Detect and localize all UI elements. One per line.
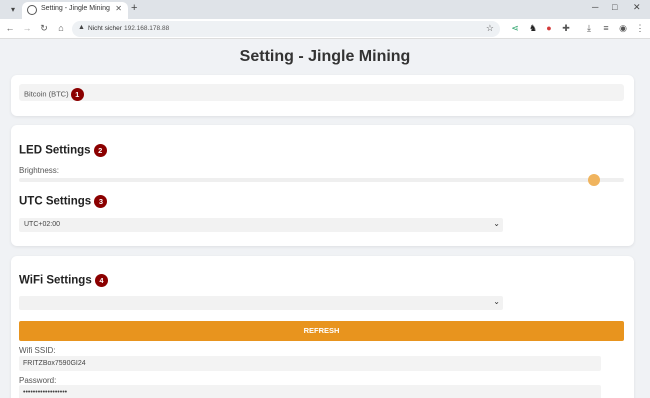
maximize-icon[interactable]: □ (612, 2, 617, 12)
coin-display: Bitcoin (BTC) 1 (19, 84, 624, 101)
chevron-down-icon: ⌄ (493, 219, 500, 228)
wifi-card: WiFi Settings 4 ⌄ REFRESH Wifi SSID: FRI… (11, 256, 634, 398)
coin-value: Bitcoin (BTC) 1 (24, 88, 84, 101)
browser-toolbar: ← → ↻ ⌂ ▲ Nicht sicher 192.168.178.88 ☆ … (0, 19, 650, 39)
tab-close-icon[interactable]: ✕ (115, 4, 122, 13)
led-utc-card: LED Settings 2 Brightness: UTC Settings … (11, 125, 634, 246)
minimize-icon[interactable]: ─ (592, 2, 598, 12)
coin-label: Bitcoin (BTC) (24, 89, 69, 99)
utc-settings-title: UTC Settings (19, 195, 92, 208)
refresh-button[interactable]: REFRESH (19, 321, 624, 341)
download-icon[interactable]: ⤓ (583, 23, 595, 34)
browser-tab[interactable]: Setting - Jingle Mining ✕ (22, 2, 128, 19)
password-input[interactable]: •••••••••••••••••• (19, 385, 601, 398)
url-text[interactable]: 192.168.178.88 (124, 25, 169, 32)
warning-icon[interactable]: ▲ (78, 24, 85, 31)
puzzle-icon[interactable]: ✚ (560, 23, 572, 34)
tab-search-icon[interactable]: ▾ (7, 4, 19, 16)
tab-strip: ▾ Setting - Jingle Mining ✕ + ─ □ ✕ (0, 0, 650, 19)
back-icon[interactable]: ← (4, 23, 16, 33)
share-icon[interactable]: ⋖ (509, 23, 521, 34)
forward-icon[interactable]: → (21, 23, 33, 33)
extension-icon[interactable]: ♞ (527, 23, 539, 34)
chevron-down-icon: ⌄ (493, 297, 500, 306)
step-badge-3: 3 (94, 195, 108, 208)
step-badge-4: 4 (94, 274, 108, 287)
tab-title: Setting - Jingle Mining (41, 5, 110, 12)
coin-card: Bitcoin (BTC) 1 (11, 75, 634, 116)
password-label: Password: (19, 376, 57, 385)
opera-icon[interactable]: ● (543, 23, 555, 33)
password-value: •••••••••••••••••• (23, 389, 68, 396)
menu-icon[interactable]: ⋮ (634, 23, 646, 34)
window-close-icon[interactable]: ✕ (633, 2, 641, 13)
utc-select-value: UTC+02:00 (24, 221, 60, 228)
reading-list-icon[interactable]: ≡ (600, 23, 612, 33)
avatar[interactable]: ◉ (617, 23, 629, 34)
wifi-ssid-label: Wifi SSID: (19, 346, 56, 355)
bookmark-star-icon[interactable]: ☆ (486, 23, 494, 34)
reload-icon[interactable]: ↻ (38, 23, 50, 34)
globe-icon (27, 5, 37, 15)
step-badge-1: 1 (70, 88, 84, 101)
brightness-label: Brightness: (19, 166, 60, 175)
wifi-settings-heading: WiFi Settings 4 (19, 274, 108, 287)
address-bar[interactable]: ▲ Nicht sicher 192.168.178.88 ☆ (72, 21, 500, 37)
new-tab-button[interactable]: + (131, 2, 137, 14)
home-icon[interactable]: ⌂ (55, 23, 67, 33)
wifi-ssid-input[interactable]: FRITZBox7590GI24 (19, 356, 601, 371)
brightness-slider[interactable] (19, 174, 624, 186)
utc-select[interactable]: UTC+02:00 ⌄ (19, 218, 503, 232)
led-settings-title: LED Settings (19, 144, 91, 157)
wifi-ssid-value: FRITZBox7590GI24 (23, 360, 86, 367)
wifi-settings-title: WiFi Settings (19, 274, 92, 287)
security-label[interactable]: Nicht sicher (88, 25, 122, 32)
led-settings-heading: LED Settings 2 (19, 144, 107, 157)
page-title: Setting - Jingle Mining (239, 48, 411, 65)
wifi-network-select[interactable]: ⌄ (19, 296, 503, 310)
step-badge-2: 2 (93, 144, 107, 157)
utc-settings-heading: UTC Settings 3 (19, 195, 108, 208)
brightness-slider-thumb[interactable] (588, 174, 600, 186)
